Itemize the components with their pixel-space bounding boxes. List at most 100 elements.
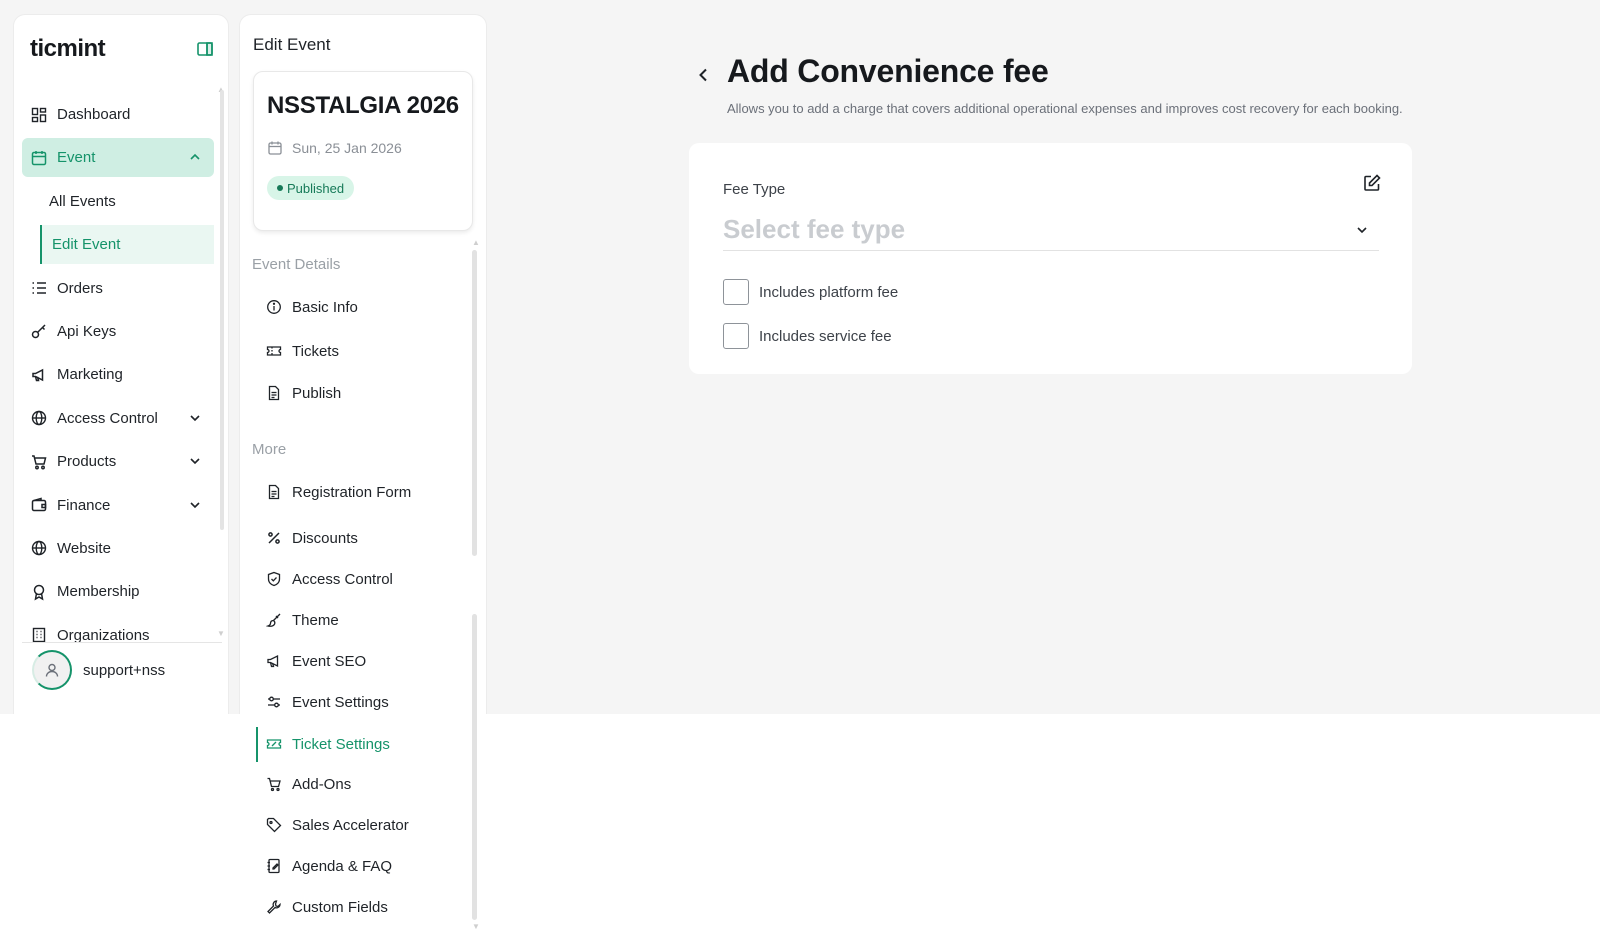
main-sidebar: ticmint Dashboard Event All Events Edit … <box>13 14 229 714</box>
page-subtitle: Allows you to add a charge that covers a… <box>727 101 1403 116</box>
panel-item-event-settings[interactable]: Event Settings <box>266 690 389 714</box>
panel-item-label: Sales Accelerator <box>292 816 409 834</box>
chevron-down-icon[interactable] <box>1355 223 1369 237</box>
panel-item-label: Event SEO <box>292 652 367 670</box>
sidebar-item-dashboard[interactable]: Dashboard <box>22 95 214 134</box>
panel-item-tickets[interactable]: Tickets <box>266 339 339 363</box>
sidebar-item-label: Event <box>57 149 96 167</box>
globe-lock-icon <box>30 409 48 427</box>
sidebar-collapse-icon[interactable] <box>196 40 214 58</box>
cart-icon <box>266 776 282 792</box>
section-label-more: More <box>252 441 287 458</box>
calendar-icon <box>30 149 48 167</box>
sidebar-item-label: Dashboard <box>57 106 131 123</box>
sidebar-subitem-edit-event[interactable]: Edit Event <box>40 225 214 265</box>
key-icon <box>30 322 48 340</box>
page-title: Add Convenience fee <box>727 53 1049 89</box>
avatar[interactable] <box>32 650 72 690</box>
award-icon <box>30 583 48 601</box>
panel-item-event-seo[interactable]: Event SEO <box>266 649 366 673</box>
sliders-icon <box>266 694 282 710</box>
scroll-down-icon[interactable]: ▼ <box>472 922 480 931</box>
panel-scrollbar[interactable] <box>472 614 477 920</box>
status-badge: Published <box>267 176 355 200</box>
panel-item-registration-form[interactable]: Registration Form <box>266 480 411 504</box>
sidebar-item-access-control[interactable]: Access Control <box>22 399 214 438</box>
service-fee-option[interactable]: Includes service fee <box>723 323 892 349</box>
sidebar-item-website[interactable]: Website <box>22 529 214 568</box>
panel-item-add-ons[interactable]: Add-Ons <box>266 772 351 796</box>
panel-item-access-control[interactable]: Access Control <box>266 567 393 591</box>
event-date-text: Sun, 25 Jan 2026 <box>292 140 402 156</box>
event-date: Sun, 25 Jan 2026 <box>267 140 402 156</box>
megaphone-icon <box>266 653 282 669</box>
panel-item-label: Tickets <box>292 342 339 360</box>
panel-item-label: Add-Ons <box>292 775 352 793</box>
sidebar-item-label: Orders <box>57 279 103 297</box>
megaphone-icon <box>30 366 48 384</box>
scroll-up-icon[interactable]: ▲ <box>472 238 480 247</box>
checkbox-label: Includes platform fee <box>759 283 899 301</box>
panel-item-sales-accelerator[interactable]: Sales Accelerator <box>266 813 409 837</box>
panel-item-basic-info[interactable]: Basic Info <box>266 295 358 319</box>
document-icon <box>266 484 282 500</box>
tag-icon <box>266 817 282 833</box>
panel-item-agenda-faq[interactable]: Agenda & FAQ <box>266 854 392 878</box>
chevron-down-icon[interactable] <box>188 498 202 512</box>
divider <box>22 642 222 643</box>
sidebar-item-products[interactable]: Products <box>22 442 214 481</box>
app-logo[interactable]: ticmint <box>30 35 106 62</box>
panel-item-discounts[interactable]: Discounts <box>266 526 358 550</box>
user-profile[interactable]: support+nss <box>32 649 165 691</box>
panel-item-custom-fields[interactable]: Custom Fields <box>266 895 388 919</box>
sidebar-item-label: Products <box>57 453 117 471</box>
scroll-down-icon[interactable]: ▼ <box>217 629 225 638</box>
wallet-icon <box>30 496 48 514</box>
chevron-down-icon[interactable] <box>188 454 202 468</box>
sidebar-item-finance[interactable]: Finance <box>22 486 214 525</box>
fee-type-select[interactable]: Select fee type <box>723 209 1379 251</box>
fee-type-placeholder: Select fee type <box>723 214 906 244</box>
panel-item-label: Basic Info <box>292 298 358 316</box>
panel-item-publish[interactable]: Publish <box>266 381 341 405</box>
percent-icon <box>266 530 282 546</box>
panel-item-label: Publish <box>292 384 342 402</box>
user-icon <box>45 663 59 677</box>
edit-icon[interactable] <box>1362 173 1382 193</box>
ticket-settings-icon <box>266 736 282 752</box>
panel-item-label: Discounts <box>292 529 358 547</box>
sidebar-scrollbar[interactable] <box>220 90 224 530</box>
sidebar-subitem-all-events[interactable]: All Events <box>22 182 214 221</box>
dashboard-icon <box>30 106 48 124</box>
sidebar-item-membership[interactable]: Membership <box>22 572 214 611</box>
sidebar-item-label: Marketing <box>57 366 123 384</box>
chevron-down-icon[interactable] <box>188 411 202 425</box>
sidebar-item-api-keys[interactable]: Api Keys <box>22 312 214 351</box>
back-arrow-icon[interactable] <box>695 66 713 84</box>
panel-title: Edit Event <box>253 35 331 54</box>
sidebar-item-orders[interactable]: Orders <box>22 269 214 308</box>
panel-item-ticket-settings[interactable]: Ticket Settings <box>266 732 390 756</box>
sidebar-item-label: Website <box>57 539 111 557</box>
active-indicator <box>256 727 258 762</box>
sidebar-item-marketing[interactable]: Marketing <box>22 355 214 394</box>
sidebar-item-label: Api Keys <box>57 322 117 340</box>
panel-item-theme[interactable]: Theme <box>266 608 339 632</box>
service-fee-checkbox[interactable] <box>723 323 749 349</box>
panel-scrollbar[interactable] <box>472 250 477 556</box>
cart-icon <box>30 453 48 471</box>
agenda-icon <box>266 858 282 874</box>
platform-fee-checkbox[interactable] <box>723 279 749 305</box>
sidebar-nav: Dashboard Event All Events Edit Event Or… <box>22 95 214 659</box>
ticket-icon <box>266 343 282 359</box>
convenience-fee-card: Fee Type Select fee type Includes platfo… <box>689 143 1412 374</box>
panel-item-label: Agenda & FAQ <box>292 857 393 875</box>
fee-type-label: Fee Type <box>723 181 786 198</box>
checkbox-label: Includes service fee <box>759 327 892 345</box>
chevron-up-icon[interactable] <box>188 150 202 164</box>
panel-item-label: Custom Fields <box>292 898 388 916</box>
file-icon <box>266 385 282 401</box>
platform-fee-option[interactable]: Includes platform fee <box>723 279 898 305</box>
sidebar-item-label: Membership <box>57 583 140 601</box>
sidebar-item-event[interactable]: Event <box>22 138 214 178</box>
